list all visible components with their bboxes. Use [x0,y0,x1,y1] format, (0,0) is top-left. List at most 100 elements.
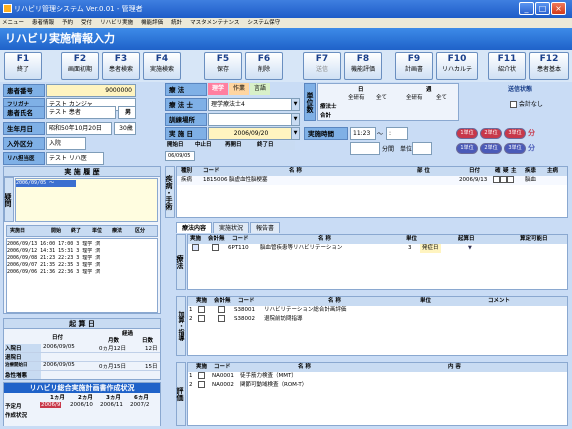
pill-1unit-other[interactable]: 1単位 [456,143,478,154]
chevron-down-icon[interactable]: ▼ [291,98,300,111]
add-header: 実施 会計無 コード 名 称 単位 コメント [188,297,567,306]
chevron-down-icon[interactable]: ▼ [291,113,300,126]
f4-record-search-button[interactable]: F4 実施検索 [143,52,181,80]
f3-patient-search-button[interactable]: F3 患者検索 [102,52,140,80]
no-billing-row-checkbox[interactable] [218,315,225,322]
menu-item[interactable]: 患者情報 [32,20,54,26]
minimize-button[interactable]: _ [519,2,534,15]
f12-patient-basic-button[interactable]: F12 患者基本 [529,52,569,80]
pill-3unit-other[interactable]: 3単位 [504,143,526,154]
done-checkbox[interactable] [198,372,205,379]
history-header-row: 実施日 開始 終了 単位 療法 区分 [6,225,158,237]
end-time-field[interactable]: : [386,127,408,140]
chevron-down-icon: ▼ [468,245,472,251]
primary-checkbox[interactable] [507,176,514,183]
done-checkbox[interactable] [192,244,199,251]
f1-exit-button[interactable]: F1 終了 [4,52,42,80]
table-row[interactable]: 2 S38002 退院前訪問指導 [188,315,567,324]
menu-item[interactable]: 受付 [81,20,92,26]
pill-2unit-pt[interactable]: 2単位 [480,128,502,139]
f10-chart-button[interactable]: F10 リハカルテ [436,52,478,80]
calc-rows: 入院日 2006/09/05 0ヵ月12日 12日 退院日 治療開始日 2006… [5,344,160,380]
calc-title: 起 算 日 [4,319,160,329]
table-row[interactable]: 2006/09/12 14:31 15:31 3 理学 済 [7,248,157,255]
room-select[interactable] [208,113,292,126]
table-row[interactable]: 1 S38001 リハビリテーション総合計画評価 [188,306,567,315]
table-row[interactable]: 2006/09/06 21:36 22:36 3 理学 済 [7,269,157,276]
calc-row: 治療開始日 2006/09/05 0ヵ月15日 15日 [5,362,160,371]
no-billing-option[interactable]: 会計なし [510,99,543,108]
f8-evaluation-button[interactable]: F8 機能評価 [344,52,382,80]
pill-minute-pt[interactable]: 分 [528,128,535,138]
table-row[interactable]: 2006/09/07 21:35 22:35 3 理学 済 [7,262,157,269]
time-separator: ～ [377,131,384,138]
history-filter-selected[interactable]: 2006/09/05 ～ [16,180,76,187]
patient-id-field[interactable]: 9000000 [46,84,136,97]
f11-referral-button[interactable]: F11 紹介状 [488,52,526,80]
minutes-field[interactable] [350,142,380,155]
done-checkbox[interactable] [198,315,205,322]
f6-delete-button[interactable]: F6 削除 [245,52,283,80]
doctor-field: テスト リハ医 [46,152,104,165]
no-billing-checkbox[interactable] [510,101,517,108]
table-row[interactable]: 2006/09/13 16:00 17:00 3 理学 済 [7,241,157,248]
plan-row: 予定月 2006/9 2006/10 2006/11 2007/2 [5,402,150,410]
menu-item[interactable]: 機能評価 [141,20,163,26]
units-field[interactable] [412,142,432,155]
period-header: 開始日 中止日 再開日 終了日 [165,141,295,150]
add-table[interactable]: 実施 会計無 コード 名 称 単位 コメント 1 S38001 リハビリテーショ… [187,296,568,356]
table-row[interactable]: 疾病 1815006 脳虚血性脳梗塞 2006/9/13 脳血 [177,176,567,185]
disease-table[interactable]: 種別 コード 名 称 部 位 日付 確 疑 主 疾患 主病 疾病 1815006… [176,166,568,218]
start-time-field[interactable]: 11:23 [350,127,376,140]
units-label: 単位 [400,146,413,153]
confirmed-checkbox[interactable] [493,176,500,183]
pill-3unit-pt[interactable]: 3単位 [504,128,526,139]
done-checkbox[interactable] [198,381,205,388]
done-checkbox[interactable] [198,306,205,313]
close-button[interactable]: × [551,2,566,15]
pill-1unit-pt[interactable]: 1単位 [456,128,478,139]
start-date-field[interactable]: 06/09/05 [165,151,195,161]
send-status-label: 送信状態 [507,86,532,93]
f2-reset-button[interactable]: F2 画面初期 [61,52,99,80]
therapy-tab-pt[interactable]: 理学 [208,83,228,95]
f5-save-button[interactable]: F5 保存 [204,52,242,80]
table-row[interactable]: 2 NA0002 関節可動域検査（ROM-T） [188,381,567,390]
f7-send-button[interactable]: F7 送信 [303,52,341,80]
treat-table[interactable]: 実施 会計無 コード 名 称 単位 起算日 算定可能日 6PT110 脳血管疾患… [187,234,568,290]
menu-bar: メニュー 患者情報 予約 受付 リハビリ実施 機能評価 統計 マスタメンテナンス システム保守 [0,18,572,28]
table-row[interactable]: 1 NA0001 徒手筋力検査（MMT） [188,372,567,381]
tab-treatment[interactable]: 療法内容 [176,222,212,233]
plan-panel: リハビリ総合実施計画書作成状況 1ヵ月 2ヵ月 3ヵ月 6ヵ月 予定月 2006… [3,382,161,426]
calendar-dropdown-icon[interactable]: ▼ [291,127,300,140]
suspected-checkbox[interactable] [500,176,507,183]
history-filter-list[interactable]: 2006/09/05 ～ [15,178,158,222]
menu-item[interactable]: マスタメンテナンス [190,20,239,26]
therapist-select[interactable]: 理学療法士4 [208,98,292,111]
pill-2unit-other[interactable]: 2単位 [480,143,502,154]
menu-item[interactable]: システム保守 [247,20,280,26]
calc-row: 急性増悪 [5,371,160,380]
no-billing-row-checkbox[interactable] [212,244,219,251]
treat-side-label: 療法 [176,234,186,290]
menu-item[interactable]: 統計 [171,20,182,26]
therapy-tab-st[interactable]: 言語 [250,83,270,95]
history-table[interactable]: 2006/09/13 16:00 17:00 3 理学 済 2006/09/12… [6,238,158,313]
tab-report[interactable]: 報告書 [250,222,280,233]
tab-status[interactable]: 実施状況 [213,222,249,233]
date-field[interactable]: 2006/09/20 [208,127,292,140]
menu-item[interactable]: 予約 [62,20,73,26]
plan-title: リハビリ総合実施計画書作成状況 [29,384,135,392]
therapy-tab-ot[interactable]: 作業 [229,83,249,95]
eval-table[interactable]: 実施 コード 名 称 内 容 1 NA0001 徒手筋力検査（MMT） 2 NA… [187,362,568,426]
table-row[interactable]: 6PT110 脳血管疾患等リハビリテーション 3 発症日 ▼ [188,244,567,253]
history-side-label: 疑問 [4,177,14,222]
app-icon [3,4,12,13]
maximize-button[interactable]: □ [535,2,550,15]
pill-minute-other[interactable]: 分 [528,143,535,153]
menu-item[interactable]: リハビリ実施 [100,20,133,26]
no-billing-row-checkbox[interactable] [218,306,225,313]
f9-plan-button[interactable]: F9 計画書 [395,52,433,80]
menu-item[interactable]: メニュー [2,20,24,26]
table-row[interactable]: 2006/09/08 21:23 22:23 3 理学 済 [7,255,157,262]
